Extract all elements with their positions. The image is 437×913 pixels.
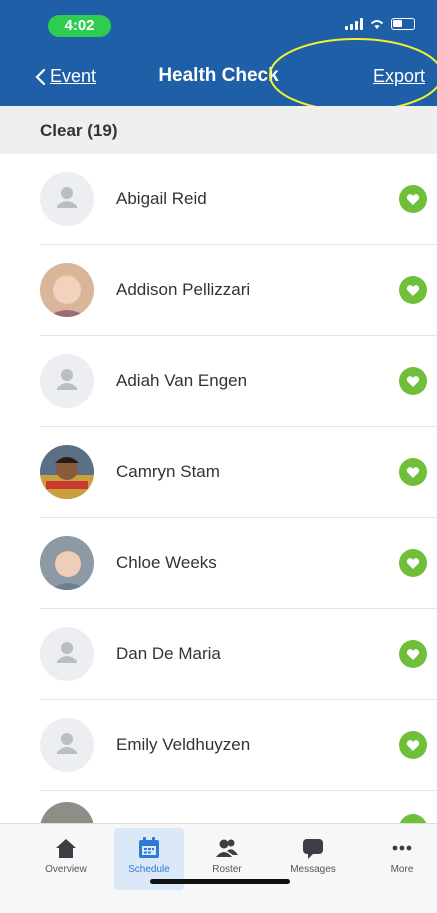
tab-label: Overview <box>45 864 87 875</box>
wifi-icon <box>370 20 384 29</box>
person-name: Emily Veldhuyzen <box>116 735 251 754</box>
clear-heart-icon <box>399 731 427 759</box>
default-user-icon <box>40 354 94 408</box>
default-user-icon <box>40 627 94 681</box>
status-icons <box>345 18 415 30</box>
list-item[interactable]: Abigail Reid <box>40 154 437 245</box>
person-name: Camryn Stam <box>116 462 220 481</box>
section-header: Clear (19) <box>0 106 437 154</box>
list-item[interactable]: Emily Veldhuyzen <box>40 700 437 791</box>
chat-icon <box>303 839 323 859</box>
person-name: Adiah Van Engen <box>116 371 248 390</box>
default-user-icon <box>40 172 94 226</box>
person-name: Chloe Weeks <box>116 553 217 572</box>
tab-overview[interactable]: Overview <box>31 828 101 890</box>
tab-label: More <box>390 864 414 875</box>
tab-bar: Overview Schedule Roster Messages More <box>0 823 437 913</box>
signal-icon <box>345 18 363 30</box>
clear-heart-icon <box>399 276 427 304</box>
home-icon <box>56 839 76 858</box>
avatar-photo <box>40 536 94 590</box>
status-time: 4:02 <box>48 15 111 37</box>
clear-heart-icon <box>399 458 427 486</box>
person-name: Abigail Reid <box>116 189 207 208</box>
default-user-icon <box>40 718 94 772</box>
roster-icon <box>216 839 238 857</box>
avatar-photo <box>40 263 94 317</box>
person-name: Dan De Maria <box>116 644 221 663</box>
avatar-photo <box>40 445 94 499</box>
clear-heart-icon <box>399 185 427 213</box>
list-item-partial[interactable] <box>40 802 437 824</box>
clear-heart-icon <box>399 367 427 395</box>
list-item[interactable]: Addison Pellizzari <box>40 245 437 336</box>
people-list: Abigail Reid Addison Pellizzari Adiah Va… <box>0 154 437 791</box>
list-item[interactable]: Chloe Weeks <box>40 518 437 609</box>
more-dots-icon <box>392 845 412 851</box>
clear-heart-icon <box>399 640 427 668</box>
list-item[interactable]: Dan De Maria <box>40 609 437 700</box>
person-name: Addison Pellizzari <box>116 280 251 299</box>
battery-icon <box>391 18 415 30</box>
tab-label: Messages <box>290 864 336 875</box>
avatar-photo <box>40 802 94 824</box>
clear-heart-icon <box>399 549 427 577</box>
tab-label: Roster <box>212 864 242 875</box>
calendar-icon <box>139 837 159 858</box>
list-item[interactable]: Camryn Stam <box>40 427 437 518</box>
section-label: Clear (19) <box>40 121 118 140</box>
tab-more[interactable]: More <box>367 828 437 890</box>
highlight-annotation <box>269 38 437 112</box>
home-indicator <box>150 879 290 884</box>
list-item[interactable]: Adiah Van Engen <box>40 336 437 427</box>
tab-label: Schedule <box>128 864 170 875</box>
